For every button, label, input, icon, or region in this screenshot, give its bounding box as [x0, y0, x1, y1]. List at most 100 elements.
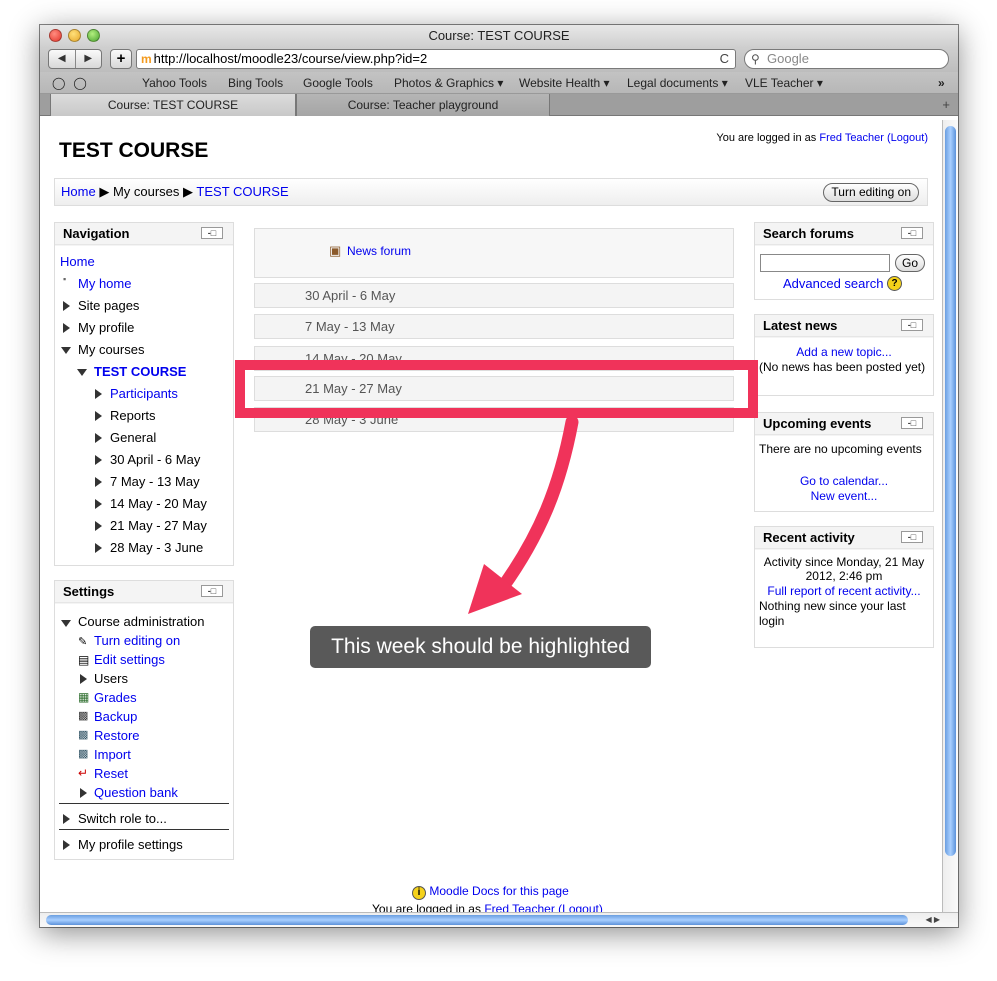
- new-tab-icon[interactable]: +: [942, 94, 950, 116]
- forward-button[interactable]: ▶: [76, 50, 102, 68]
- expand-arrow-icon[interactable]: [80, 788, 87, 798]
- full-report-link[interactable]: Full report of recent activity...: [755, 584, 933, 598]
- settings-turn-editing-on[interactable]: Turn editing on: [94, 633, 180, 648]
- minimize-window-icon[interactable]: [68, 29, 81, 42]
- nav-my-courses[interactable]: My courses: [78, 342, 144, 357]
- expand-arrow-icon[interactable]: [63, 814, 70, 824]
- block-collapse-icon[interactable]: -□: [901, 531, 923, 543]
- back-button[interactable]: ◀: [49, 50, 76, 68]
- bookmark-yahoo-tools[interactable]: Yahoo Tools: [142, 72, 207, 94]
- block-collapse-icon[interactable]: -□: [901, 227, 923, 239]
- expand-arrow-icon[interactable]: [95, 389, 102, 399]
- settings-import[interactable]: Import: [94, 747, 131, 762]
- news-forum-link[interactable]: News forum: [347, 244, 411, 258]
- bookmark-website-health[interactable]: Website Health ▾: [519, 72, 610, 94]
- search-field[interactable]: ⚲ Google: [744, 49, 949, 69]
- expand-arrow-icon[interactable]: [95, 455, 102, 465]
- footer-logout-link[interactable]: (Logout): [558, 902, 603, 912]
- add-bookmark-button[interactable]: +: [110, 49, 132, 69]
- nav-general[interactable]: General: [110, 430, 156, 445]
- search-go-button[interactable]: Go: [895, 254, 926, 272]
- expand-arrow-icon[interactable]: [63, 840, 70, 850]
- horizontal-scroll-thumb[interactable]: [46, 915, 908, 925]
- block-collapse-icon[interactable]: -□: [201, 585, 223, 597]
- nav-site-pages[interactable]: Site pages: [78, 298, 139, 313]
- recent-activity-body: Activity since Monday, 21 May 2012, 2:46…: [755, 550, 933, 647]
- expand-arrow-icon[interactable]: [95, 521, 102, 531]
- bookmark-legal-documents[interactable]: Legal documents ▾: [627, 72, 728, 94]
- settings-reset[interactable]: Reset: [94, 766, 128, 781]
- footer-user-link[interactable]: Fred Teacher: [484, 902, 554, 912]
- nav-week-1[interactable]: 30 April - 6 May: [110, 452, 200, 467]
- zoom-window-icon[interactable]: [87, 29, 100, 42]
- browser-window: Course: TEST COURSE ◀ ▶ + m http://localh…: [40, 25, 958, 927]
- tab-test-course[interactable]: Course: TEST COURSE: [50, 94, 296, 116]
- breadcrumb-home[interactable]: Home: [61, 184, 96, 199]
- my-profile-settings[interactable]: My profile settings: [78, 837, 183, 852]
- reading-list-icon[interactable]: ◯◯​: [52, 72, 95, 94]
- upcoming-events-title: Upcoming events: [763, 416, 872, 431]
- grades-icon: ▦: [78, 690, 90, 704]
- collapse-arrow-icon[interactable]: [61, 620, 71, 627]
- logout-link[interactable]: (Logout): [887, 132, 928, 144]
- expand-arrow-icon[interactable]: [95, 411, 102, 421]
- expand-arrow-icon[interactable]: [63, 323, 70, 333]
- vertical-scroll-thumb[interactable]: [945, 126, 956, 856]
- expand-arrow-icon[interactable]: [63, 301, 70, 311]
- bookmark-google-tools[interactable]: Google Tools: [303, 72, 373, 94]
- settings-backup[interactable]: Backup: [94, 709, 137, 724]
- block-collapse-icon[interactable]: -□: [901, 417, 923, 429]
- bookmark-vle-teacher[interactable]: VLE Teacher ▾: [745, 72, 823, 94]
- block-collapse-icon[interactable]: -□: [901, 319, 923, 331]
- vertical-scrollbar[interactable]: [942, 120, 958, 912]
- nav-week-3[interactable]: 14 May - 20 May: [110, 496, 207, 511]
- expand-arrow-icon[interactable]: [80, 674, 87, 684]
- expand-arrow-icon[interactable]: [95, 477, 102, 487]
- nav-test-course[interactable]: TEST COURSE: [94, 364, 186, 379]
- settings-grades[interactable]: Grades: [94, 690, 137, 705]
- close-window-icon[interactable]: [49, 29, 62, 42]
- nav-reports[interactable]: Reports: [110, 408, 156, 423]
- horizontal-scrollbar[interactable]: ◀ ▶: [40, 912, 958, 927]
- settings-users[interactable]: Users: [94, 671, 128, 686]
- add-topic-link[interactable]: Add a new topic...: [755, 345, 933, 359]
- new-event-link[interactable]: New event...: [755, 489, 933, 503]
- breadcrumb-course[interactable]: TEST COURSE: [196, 184, 288, 199]
- settings-edit-settings[interactable]: Edit settings: [94, 652, 165, 667]
- reload-icon[interactable]: C: [720, 50, 729, 68]
- nav-my-profile[interactable]: My profile: [78, 320, 134, 335]
- nav-participants[interactable]: Participants: [110, 386, 178, 401]
- course-administration[interactable]: Course administration: [78, 614, 204, 629]
- switch-role[interactable]: Switch role to...: [78, 811, 167, 826]
- nav-home[interactable]: Home: [60, 254, 95, 269]
- settings-restore[interactable]: Restore: [94, 728, 140, 743]
- user-link[interactable]: Fred Teacher: [819, 132, 884, 144]
- expand-arrow-icon[interactable]: [95, 499, 102, 509]
- bookmarks-overflow-icon[interactable]: »: [938, 72, 945, 94]
- tab-teacher-playground[interactable]: Course: Teacher playground: [296, 94, 550, 116]
- address-bar[interactable]: m http://localhost/moodle23/course/view.p…: [136, 49, 736, 69]
- settings-question-bank[interactable]: Question bank: [94, 785, 178, 800]
- nav-week-4[interactable]: 21 May - 27 May: [110, 518, 207, 533]
- footer-login-prefix: You are logged in as: [372, 902, 481, 912]
- search-forums-input[interactable]: [760, 254, 890, 272]
- nav-week-2[interactable]: 7 May - 13 May: [110, 474, 200, 489]
- settings-block-header: Settings -□: [55, 581, 233, 603]
- bookmark-photos-graphics[interactable]: Photos & Graphics ▾: [394, 72, 503, 94]
- nav-week-5[interactable]: 28 May - 3 June: [110, 540, 203, 555]
- week-section-2: 7 May - 13 May: [254, 314, 734, 339]
- nav-my-home[interactable]: My home: [78, 276, 131, 291]
- scroll-arrows-icon[interactable]: ◀ ▶: [925, 913, 940, 927]
- collapse-arrow-icon[interactable]: [61, 347, 71, 354]
- collapse-arrow-icon[interactable]: [77, 369, 87, 376]
- moodle-docs-link[interactable]: Moodle Docs for this page: [429, 884, 568, 898]
- go-to-calendar-link[interactable]: Go to calendar...: [755, 474, 933, 488]
- advanced-search-link[interactable]: Advanced search: [783, 276, 883, 291]
- expand-arrow-icon[interactable]: [95, 433, 102, 443]
- bookmark-bing-tools[interactable]: Bing Tools: [228, 72, 283, 94]
- turn-editing-on-button[interactable]: Turn editing on: [823, 183, 919, 202]
- search-placeholder: Google: [767, 51, 809, 66]
- help-icon[interactable]: ?: [887, 276, 902, 291]
- block-collapse-icon[interactable]: -□: [201, 227, 223, 239]
- expand-arrow-icon[interactable]: [95, 543, 102, 553]
